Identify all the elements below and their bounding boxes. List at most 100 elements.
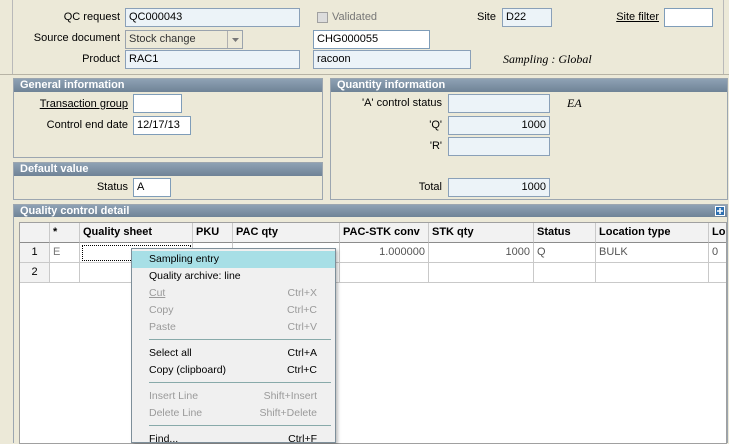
quantity-information-panel: Quantity information 'A' control status … (330, 78, 728, 200)
menu-item-paste[interactable]: Paste Ctrl+V (132, 319, 335, 336)
cell-stk-qty[interactable]: 1000 (429, 243, 534, 263)
column-header-stk-qty[interactable]: STK qty (429, 223, 534, 243)
transaction-group-link[interactable]: Transaction group (40, 98, 128, 110)
menu-separator (149, 425, 331, 426)
menu-item-label: Cut (149, 287, 166, 299)
menu-item-shortcut: Ctrl+F (288, 433, 317, 443)
menu-item-select-all[interactable]: Select all Ctrl+A (132, 345, 335, 362)
header-right-border (723, 0, 724, 74)
menu-item-quality-archive-line[interactable]: Quality archive: line (132, 268, 335, 285)
product-field[interactable]: RAC1 (125, 50, 300, 69)
cell-pac-stk-conv[interactable]: 1.000000 (340, 243, 429, 263)
cell-lo[interactable]: 0 (709, 243, 726, 263)
cell-lo[interactable] (709, 263, 726, 283)
cell-status[interactable] (534, 263, 596, 283)
site-filter-field[interactable] (664, 8, 713, 27)
source-ref-field[interactable]: CHG000055 (313, 30, 430, 49)
q-quantity-field[interactable]: 1000 (448, 116, 550, 135)
transaction-group-field[interactable] (133, 94, 182, 113)
column-header-pku[interactable]: PKU (193, 223, 233, 243)
control-end-date-field[interactable]: 12/17/13 (133, 116, 191, 135)
chevron-down-icon[interactable] (227, 31, 242, 48)
menu-item-label: Copy (149, 304, 174, 316)
column-header-quality-sheet[interactable]: Quality sheet (80, 223, 193, 243)
menu-item-label: Find... (149, 433, 179, 443)
product-label: Product (82, 53, 120, 65)
source-document-label: Source document (33, 32, 120, 44)
menu-item-shortcut: Shift+Delete (259, 407, 318, 419)
menu-item-copy-clipboard[interactable]: Copy (clipboard) Ctrl+C (132, 362, 335, 379)
header-section: QC request QC000043 Validated Site D22 S… (0, 0, 729, 75)
cell-status[interactable]: Q (534, 243, 596, 263)
expand-icon[interactable] (715, 206, 725, 216)
menu-item-label: Quality archive: line (149, 270, 241, 282)
menu-separator (149, 339, 331, 340)
column-header-lo[interactable]: Lo (709, 223, 726, 243)
sampling-text: Sampling : Global (503, 52, 592, 66)
cell-location-type[interactable] (596, 263, 709, 283)
general-information-panel: General information Transaction group Co… (13, 78, 323, 158)
menu-item-label: Insert Line (149, 390, 199, 402)
status-field[interactable]: A (133, 178, 171, 197)
total-quantity-field[interactable]: 1000 (448, 178, 550, 197)
column-header-star[interactable]: * (50, 223, 80, 243)
menu-item-insert-line[interactable]: Insert Line Shift+Insert (132, 388, 335, 405)
qc-detail-grid: * Quality sheet PKU PAC qty PAC-STK conv… (19, 222, 727, 444)
product-description-field: racoon (313, 50, 471, 69)
menu-item-label: Paste (149, 321, 176, 333)
column-header-location-type[interactable]: Location type (596, 223, 709, 243)
menu-separator (149, 382, 331, 383)
menu-item-shortcut: Ctrl+C (286, 304, 317, 316)
quality-control-detail-title: Quality control detail (14, 205, 727, 217)
menu-item-shortcut: Ctrl+A (287, 347, 317, 359)
menu-item-sampling-entry[interactable]: Sampling entry (132, 251, 335, 268)
menu-item-label: Sampling entry (149, 253, 220, 265)
menu-item-label: Select all (149, 347, 192, 359)
r-label: 'R' (429, 140, 442, 152)
default-value-title: Default value (14, 163, 322, 176)
cell-location-type[interactable]: BULK (596, 243, 709, 263)
column-header-pac-stk-conv[interactable]: PAC-STK conv (340, 223, 429, 243)
menu-item-shortcut: Ctrl+C (286, 364, 317, 376)
total-label: Total (418, 181, 442, 193)
q-label: 'Q' (429, 119, 442, 131)
a-control-status-label: 'A' control status (361, 97, 442, 109)
quantity-information-title: Quantity information (331, 79, 727, 92)
default-value-panel: Default value Status A (13, 162, 323, 200)
a-unit-text: EA (567, 96, 582, 110)
menu-item-shortcut: Ctrl+V (287, 321, 317, 333)
cell-star[interactable] (50, 263, 80, 283)
header-left-border (12, 0, 13, 74)
menu-item-label: Delete Line (149, 407, 203, 419)
general-information-title: General information (14, 79, 322, 92)
menu-item-find[interactable]: Find... Ctrl+F (132, 431, 335, 443)
menu-item-copy[interactable]: Copy Ctrl+C (132, 302, 335, 319)
status-label: Status (96, 181, 128, 193)
cell-star[interactable]: E (50, 243, 80, 263)
a-control-status-field[interactable] (448, 94, 550, 113)
control-end-date-label: Control end date (46, 119, 128, 131)
menu-item-delete-line[interactable]: Delete Line Shift+Delete (132, 405, 335, 422)
column-header-status[interactable]: Status (534, 223, 596, 243)
cell-stk-qty[interactable] (429, 263, 534, 283)
cell-pac-stk-conv[interactable] (340, 263, 429, 283)
context-menu: Sampling entry Quality archive: line Cut… (131, 248, 336, 443)
menu-item-cut[interactable]: Cut Ctrl+X (132, 285, 335, 302)
menu-item-shortcut: Shift+Insert (263, 390, 317, 402)
row-number-header (20, 223, 50, 243)
row-number-1[interactable]: 1 (20, 243, 50, 263)
row-number-2[interactable]: 2 (20, 263, 50, 283)
site-label: Site (477, 11, 496, 23)
site-filter-link[interactable]: Site filter (616, 11, 659, 23)
quality-control-detail-panel: Quality control detail * Quality sheet P… (13, 204, 728, 444)
validated-checkbox[interactable] (317, 12, 328, 23)
r-quantity-field[interactable] (448, 137, 550, 156)
source-document-select[interactable]: Stock change (125, 30, 243, 49)
qc-request-label: QC request (63, 11, 120, 23)
column-header-pac-qty[interactable]: PAC qty (233, 223, 340, 243)
validated-label: Validated (332, 11, 378, 23)
qc-request-field[interactable]: QC000043 (125, 8, 300, 27)
menu-item-shortcut: Ctrl+X (287, 287, 317, 299)
site-field[interactable]: D22 (502, 8, 552, 27)
menu-item-label: Copy (clipboard) (149, 364, 227, 376)
